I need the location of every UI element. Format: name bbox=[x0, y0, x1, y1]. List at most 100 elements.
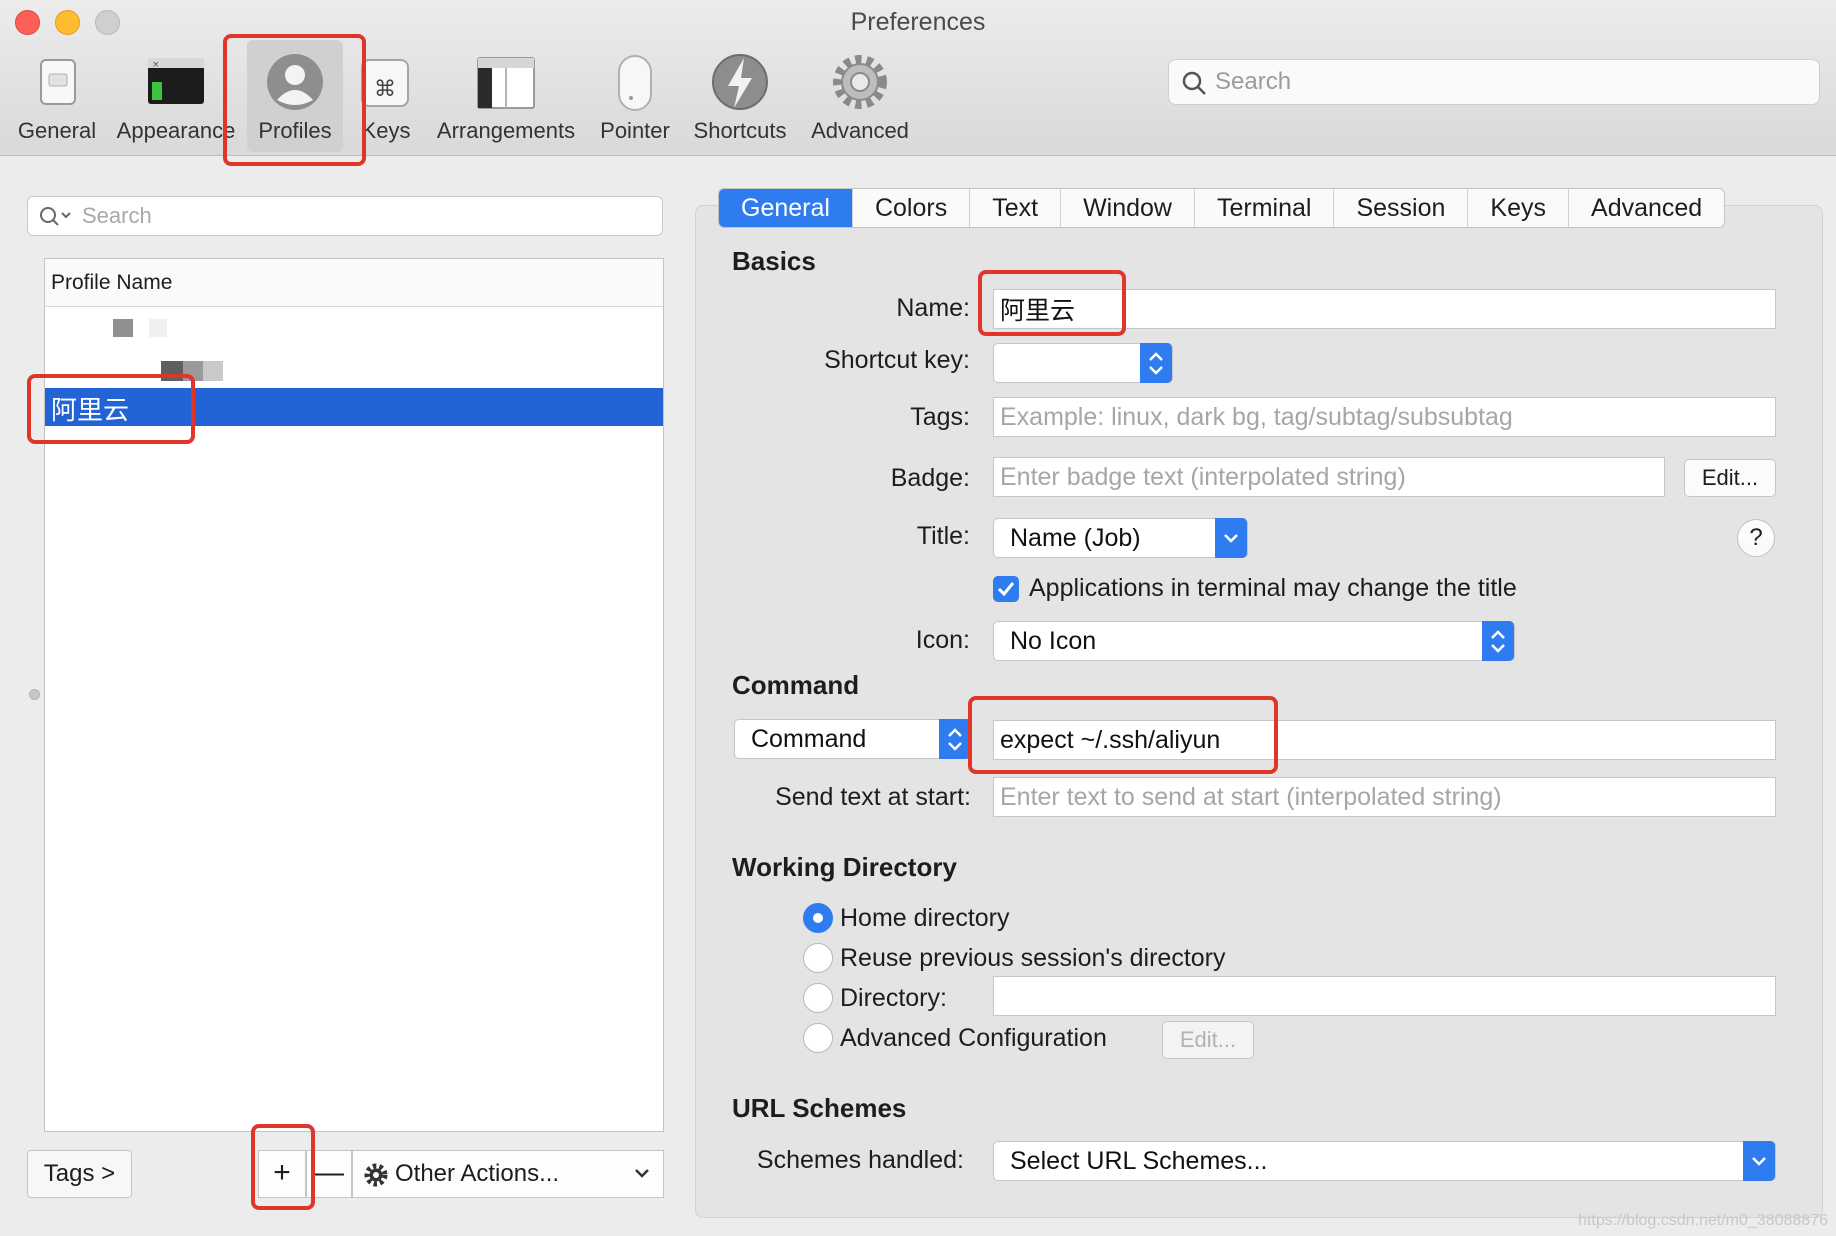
svg-text:⌘: ⌘ bbox=[374, 77, 396, 102]
general-icon bbox=[40, 59, 76, 105]
profile-search[interactable] bbox=[27, 196, 663, 236]
icon-popup[interactable]: No Icon bbox=[993, 621, 1515, 661]
icon-label: Icon: bbox=[915, 626, 970, 654]
appearance-icon: × bbox=[148, 58, 204, 104]
badge-label: Badge: bbox=[890, 464, 970, 492]
preferences-window: Preferences General × Appearance Profile… bbox=[0, 0, 1836, 1236]
arrangements-icon bbox=[477, 57, 535, 109]
directory-label: Directory: bbox=[840, 984, 947, 1012]
up-down-arrows-icon bbox=[939, 719, 971, 759]
advanced-gear-icon bbox=[833, 55, 887, 109]
shortcuts-icon bbox=[712, 54, 768, 110]
command-mode-popup[interactable]: Command bbox=[734, 719, 972, 759]
toolbar-shortcuts[interactable]: Shortcuts bbox=[694, 40, 786, 152]
help-button[interactable]: ? bbox=[1737, 519, 1775, 557]
toolbar-profiles[interactable]: Profiles bbox=[247, 40, 343, 152]
title-change-checkbox[interactable] bbox=[993, 576, 1019, 602]
window-title: Preferences bbox=[850, 8, 986, 36]
redacted-text bbox=[161, 361, 183, 381]
add-profile-button[interactable]: + bbox=[258, 1150, 306, 1198]
toolbar-search[interactable] bbox=[1168, 59, 1820, 105]
home-directory-radio[interactable] bbox=[803, 903, 833, 933]
profile-tabs: General Colors Text Window Terminal Sess… bbox=[718, 188, 1726, 228]
toolbar-pointer[interactable]: Pointer bbox=[600, 40, 670, 152]
chevron-down-icon bbox=[1215, 518, 1247, 558]
send-text-field[interactable] bbox=[993, 777, 1776, 817]
directory-radio[interactable] bbox=[803, 983, 833, 1013]
url-schemes-popup[interactable]: Select URL Schemes... bbox=[993, 1141, 1776, 1181]
search-icon bbox=[40, 207, 71, 226]
title-change-checkbox-label: Applications in terminal may change the … bbox=[1029, 574, 1517, 602]
watermark: https://blog.csdn.net/m0_38088876 bbox=[1578, 1212, 1828, 1229]
gear-icon bbox=[364, 1163, 388, 1187]
toolbar-search-input[interactable] bbox=[1215, 66, 1805, 98]
directory-field[interactable] bbox=[993, 976, 1776, 1016]
command-heading: Command bbox=[732, 670, 860, 700]
up-down-arrows-icon bbox=[1140, 343, 1172, 383]
shortcut-key-popup[interactable] bbox=[993, 343, 1173, 383]
reuse-directory-label: Reuse previous session's directory bbox=[840, 944, 1226, 972]
toolbar-appearance[interactable]: × Appearance bbox=[117, 40, 235, 152]
toolbar-arrangements[interactable]: Arrangements bbox=[437, 40, 575, 152]
send-text-label: Send text at start: bbox=[775, 783, 971, 811]
tab-advanced[interactable]: Advanced bbox=[1569, 189, 1724, 227]
command-mode-value: Command bbox=[751, 725, 867, 753]
advanced-configuration-edit-button[interactable]: Edit... bbox=[1162, 1021, 1254, 1059]
tab-text[interactable]: Text bbox=[970, 189, 1062, 227]
tags-field[interactable] bbox=[993, 397, 1776, 437]
profile-name: 阿里云 bbox=[51, 395, 130, 425]
advanced-configuration-radio[interactable] bbox=[803, 1023, 833, 1053]
pointer-icon bbox=[618, 55, 652, 111]
toolbar-general[interactable]: General bbox=[14, 40, 100, 152]
icon-value: No Icon bbox=[1010, 627, 1097, 655]
basics-heading: Basics bbox=[732, 246, 816, 276]
profile-row[interactable] bbox=[45, 351, 663, 389]
tab-terminal[interactable]: Terminal bbox=[1195, 189, 1335, 227]
redacted-text bbox=[203, 361, 223, 381]
profile-search-input[interactable] bbox=[82, 201, 652, 231]
home-directory-label: Home directory bbox=[840, 904, 1010, 932]
profile-list: Profile Name 阿里云 bbox=[44, 258, 664, 1132]
name-field[interactable] bbox=[993, 289, 1776, 329]
toolbar-keys[interactable]: ⌘ Keys bbox=[360, 40, 412, 152]
checkmark-icon bbox=[997, 582, 1015, 597]
title-value: Name (Job) bbox=[1010, 524, 1141, 552]
tags-button[interactable]: Tags > bbox=[27, 1150, 132, 1198]
advanced-configuration-label: Advanced Configuration bbox=[840, 1024, 1107, 1052]
profile-name-column-header[interactable]: Profile Name bbox=[45, 259, 663, 307]
tab-keys[interactable]: Keys bbox=[1468, 189, 1570, 227]
tags-label: Tags: bbox=[910, 403, 970, 431]
tab-session[interactable]: Session bbox=[1334, 189, 1469, 227]
tab-window[interactable]: Window bbox=[1061, 189, 1195, 227]
other-actions-label: Other Actions... bbox=[395, 1160, 560, 1187]
title-label: Title: bbox=[916, 522, 970, 550]
remove-profile-button[interactable]: — bbox=[306, 1150, 352, 1198]
other-actions-menu[interactable]: Other Actions... bbox=[352, 1150, 664, 1198]
badge-field[interactable] bbox=[993, 457, 1665, 497]
toolbar-advanced[interactable]: Advanced bbox=[811, 40, 909, 152]
reuse-directory-radio[interactable] bbox=[803, 943, 833, 973]
profile-row[interactable] bbox=[45, 309, 663, 347]
redacted-text bbox=[183, 361, 203, 381]
redacted-text bbox=[149, 319, 167, 337]
profile-row-selected[interactable]: 阿里云 bbox=[45, 388, 663, 426]
title-popup[interactable]: Name (Job) bbox=[993, 518, 1248, 558]
url-schemes-heading: URL Schemes bbox=[732, 1093, 907, 1123]
tab-colors[interactable]: Colors bbox=[853, 189, 971, 227]
profiles-icon bbox=[267, 54, 323, 110]
chevron-down-icon bbox=[635, 1169, 649, 1178]
command-field[interactable] bbox=[993, 720, 1776, 760]
chevron-down-icon bbox=[1743, 1141, 1775, 1181]
svg-text:×: × bbox=[152, 60, 160, 70]
search-icon bbox=[1182, 71, 1206, 95]
keys-icon: ⌘ bbox=[361, 59, 409, 107]
url-schemes-value: Select URL Schemes... bbox=[1010, 1147, 1268, 1175]
schemes-handled-label: Schemes handled: bbox=[756, 1146, 964, 1174]
toolbar: Preferences General × Appearance Profile… bbox=[0, 0, 1836, 156]
redacted-text bbox=[113, 319, 133, 337]
shortcut-key-label: Shortcut key: bbox=[824, 346, 970, 374]
working-directory-heading: Working Directory bbox=[732, 852, 957, 882]
split-view-handle[interactable] bbox=[29, 689, 40, 700]
badge-edit-button[interactable]: Edit... bbox=[1684, 459, 1776, 497]
tab-general[interactable]: General bbox=[719, 189, 853, 227]
